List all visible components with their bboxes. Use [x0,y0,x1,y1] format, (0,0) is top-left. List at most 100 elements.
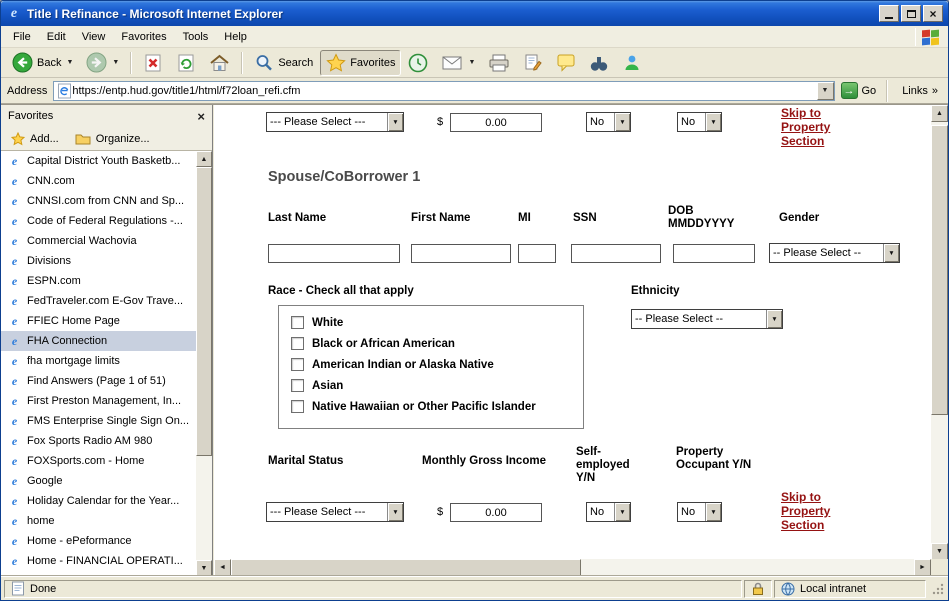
minimize-button[interactable] [879,5,899,22]
favorites-organize-button[interactable]: Organize... [75,132,150,145]
favorite-item[interactable]: eCNN.com [1,171,196,191]
dob-input[interactable] [673,244,755,263]
links-button[interactable]: Links » [898,85,942,97]
stop-button[interactable] [137,50,169,76]
refresh-button[interactable] [170,50,202,76]
checkbox-icon[interactable] [291,400,304,413]
scroll-left-icon[interactable]: ◄ [214,559,231,576]
race-option-american-indian[interactable]: American Indian or Alaska Native [291,358,571,371]
back-button[interactable]: Back ▼ [6,50,79,76]
favorite-item-selected[interactable]: eFHA Connection [1,331,196,351]
close-button[interactable]: × [923,5,943,22]
back-history-dropdown-icon[interactable]: ▼ [66,59,73,66]
menu-help[interactable]: Help [216,28,255,46]
favorite-item[interactable]: ehome [1,511,196,531]
home-button[interactable] [203,50,236,76]
favorite-item[interactable]: eHome - FINANCIAL OPERATI... [1,551,196,571]
messenger-button[interactable] [616,50,648,76]
mail-dropdown-icon[interactable]: ▼ [468,59,475,66]
forward-history-dropdown-icon[interactable]: ▼ [112,59,119,66]
race-option-native-hawaiian[interactable]: Native Hawaiian or Other Pacific Islande… [291,400,571,413]
menu-view[interactable]: View [74,28,114,46]
ie-favicon: e [8,174,21,189]
scroll-up-icon[interactable]: ▲ [931,105,948,122]
discuss-button[interactable] [550,50,582,76]
race-option-black[interactable]: Black or African American [291,337,571,350]
menu-edit[interactable]: Edit [39,28,74,46]
scrollbar-thumb[interactable] [931,125,948,415]
dropdown-arrow-icon: ▼ [387,113,403,131]
marital-status-select-top[interactable]: --- Please Select --- ▼ [266,112,404,132]
menu-tools[interactable]: Tools [175,28,217,46]
vertical-scrollbar[interactable]: ▲ ▼ [931,105,948,560]
scroll-down-icon[interactable]: ▼ [931,543,948,560]
favorite-item[interactable]: eCNNSI.com from CNN and Sp... [1,191,196,211]
scrollbar-thumb[interactable] [196,167,212,456]
research-button[interactable] [583,50,615,76]
scroll-down-icon[interactable]: ▼ [196,560,212,576]
scroll-right-icon[interactable]: ► [914,559,931,576]
go-button[interactable]: → Go [841,82,877,99]
favorite-item[interactable]: eFirst Preston Management, In... [1,391,196,411]
scroll-up-icon[interactable]: ▲ [196,151,212,167]
favorite-item[interactable]: eFox Sports Radio AM 980 [1,431,196,451]
skip-to-property-link[interactable]: Skip to Property Section [781,490,849,532]
edit-button[interactable] [517,50,549,76]
last-name-input[interactable] [268,244,400,263]
race-option-white[interactable]: White [291,316,571,329]
self-employed-select[interactable]: No ▼ [586,502,631,522]
ssn-input[interactable] [571,244,661,263]
ie-favicon: e [8,274,21,289]
favorite-item[interactable]: eGoogle [1,471,196,491]
menu-file[interactable]: File [5,28,39,46]
print-button[interactable] [482,50,516,76]
favorite-item[interactable]: eCode of Federal Regulations -... [1,211,196,231]
history-button[interactable] [402,50,434,76]
favorite-item[interactable]: eDivisions [1,251,196,271]
favorite-item[interactable]: eHoliday Calendar for the Year... [1,491,196,511]
favorites-scrollbar[interactable]: ▲ ▼ [196,151,212,576]
favorite-item[interactable]: eFind Answers (Page 1 of 51) [1,371,196,391]
monthly-income-input-top[interactable] [450,113,542,132]
favorite-item[interactable]: eESPN.com [1,271,196,291]
property-occupant-select-top[interactable]: No ▼ [677,112,722,132]
organize-label: Organize... [96,133,150,145]
favorite-item[interactable]: eFedTraveler.com E-Gov Trave... [1,291,196,311]
ethnicity-select[interactable]: -- Please Select -- ▼ [631,309,783,329]
favorite-item[interactable]: eFFIEC Home Page [1,311,196,331]
address-input[interactable]: https://entp.hud.gov/title1/html/f72loan… [53,81,834,101]
favorite-item[interactable]: eFMS Enterprise Single Sign On... [1,411,196,431]
favorite-item[interactable]: eHome - ePeformance [1,531,196,551]
address-dropdown-icon[interactable]: ▼ [817,82,834,100]
mi-input[interactable] [518,244,556,263]
favorites-button[interactable]: Favorites [320,50,401,76]
favorites-list: eCapital District Youth Basketb... eCNN.… [1,151,196,576]
favorite-item[interactable]: efha mortgage limits [1,351,196,371]
horizontal-scrollbar[interactable]: ◄ ► [214,559,931,576]
skip-to-property-link-top[interactable]: Skip to Property Section [781,106,849,148]
favorite-item[interactable]: eCapital District Youth Basketb... [1,151,196,171]
monthly-income-input[interactable] [450,503,542,522]
favorites-add-button[interactable]: Add... [11,132,59,146]
race-option-asian[interactable]: Asian [291,379,571,392]
search-button[interactable]: Search [248,50,319,76]
checkbox-icon[interactable] [291,337,304,350]
forward-button[interactable]: ▼ [80,50,125,76]
intranet-zone-icon [781,582,795,596]
marital-status-select[interactable]: --- Please Select --- ▼ [266,502,404,522]
favorite-item[interactable]: eCommercial Wachovia [1,231,196,251]
menu-favorites[interactable]: Favorites [113,28,174,46]
gender-select[interactable]: -- Please Select -- ▼ [769,243,900,263]
self-employed-select-top[interactable]: No ▼ [586,112,631,132]
checkbox-icon[interactable] [291,379,304,392]
resize-grip[interactable] [930,581,945,596]
favorites-close-button[interactable]: × [197,110,205,123]
checkbox-icon[interactable] [291,316,304,329]
checkbox-icon[interactable] [291,358,304,371]
scrollbar-thumb[interactable] [231,559,581,576]
favorite-item[interactable]: eFOXSports.com - Home [1,451,196,471]
maximize-button[interactable] [901,5,921,22]
first-name-input[interactable] [411,244,511,263]
mail-button[interactable]: ▼ [435,50,481,76]
property-occupant-select[interactable]: No ▼ [677,502,722,522]
